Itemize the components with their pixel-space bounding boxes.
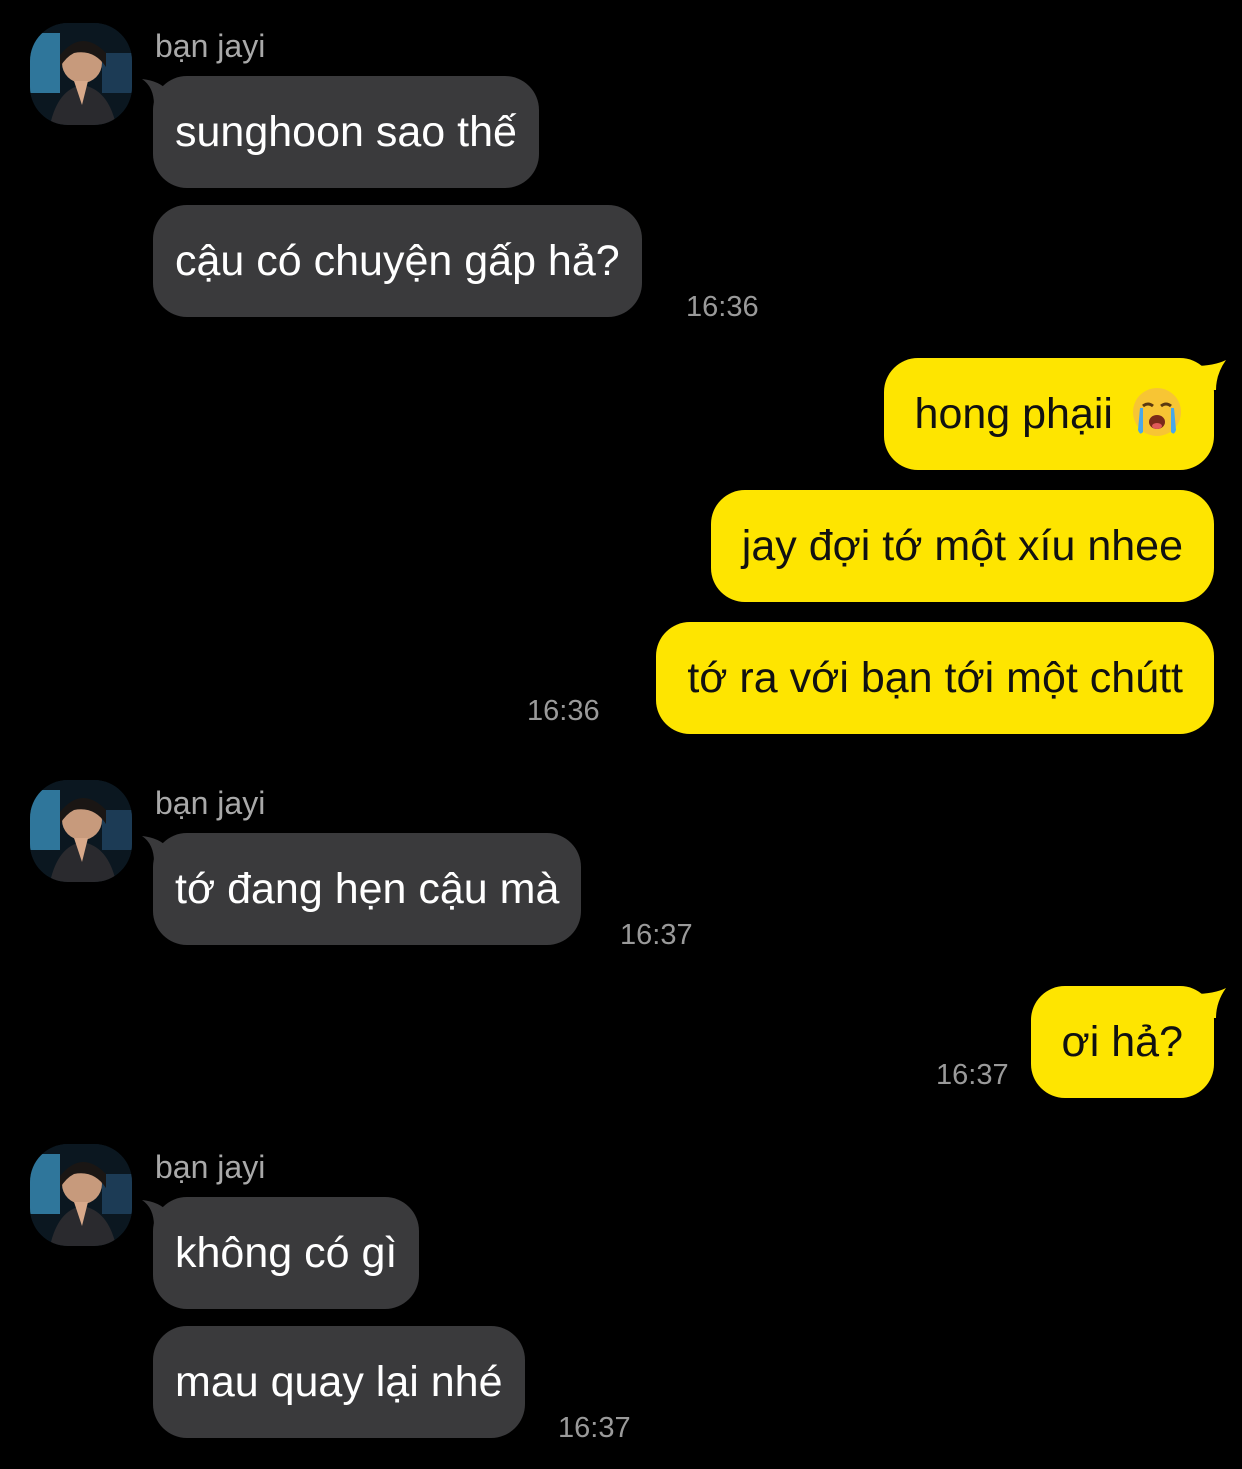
message-bubble-outgoing[interactable]: jay đợi tớ một xíu nhee xyxy=(710,490,1214,602)
message-bubble-outgoing[interactable]: ơi hả? xyxy=(1030,986,1214,1098)
message-bubble-incoming[interactable]: tớ đang hẹn cậu mà xyxy=(153,833,582,945)
avatar-photo xyxy=(30,23,132,125)
message-timestamp: 16:36 xyxy=(686,291,759,323)
avatar[interactable] xyxy=(30,1144,132,1246)
message-bubble-incoming[interactable]: cậu có chuyện gấp hả? xyxy=(153,205,642,317)
message-timestamp: 16:36 xyxy=(527,695,600,727)
chat-thread[interactable]: bạn jayi sunghoon sao thế cậu có chuyện … xyxy=(0,0,1242,1469)
message-timestamp: 16:37 xyxy=(620,919,693,951)
message-bubble-outgoing[interactable]: hong phạii xyxy=(883,358,1214,470)
sender-name: bạn jayi xyxy=(155,785,266,821)
message-timestamp: 16:37 xyxy=(936,1059,1009,1091)
avatar[interactable] xyxy=(30,23,132,125)
message-bubble-incoming[interactable]: không có gì xyxy=(153,1197,420,1309)
avatar[interactable] xyxy=(30,780,132,882)
sender-name: bạn jayi xyxy=(155,28,266,64)
sender-name: bạn jayi xyxy=(155,1149,266,1185)
loudly-crying-face-icon xyxy=(1131,386,1183,438)
avatar-photo xyxy=(30,780,132,882)
message-bubble-incoming[interactable]: mau quay lại nhé xyxy=(153,1326,525,1438)
message-bubble-incoming[interactable]: sunghoon sao thế xyxy=(153,76,539,188)
avatar-photo xyxy=(30,1144,132,1246)
message-text: hong phạii xyxy=(914,390,1113,438)
message-timestamp: 16:37 xyxy=(558,1412,631,1444)
message-bubble-outgoing[interactable]: tớ ra với bạn tới một chútt xyxy=(656,622,1214,734)
